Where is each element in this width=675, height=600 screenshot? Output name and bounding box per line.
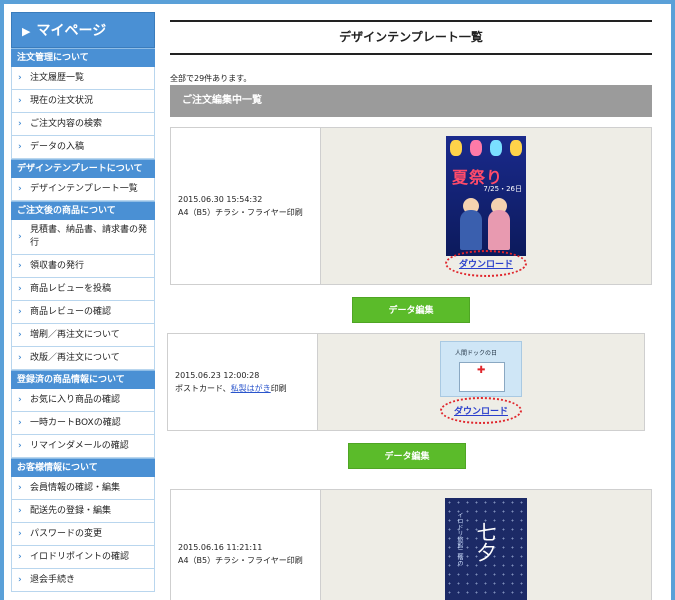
chevron-right-icon: › (18, 552, 22, 562)
chevron-right-icon: › (18, 96, 22, 106)
lantern-icon (510, 139, 522, 156)
chevron-right-icon: › (18, 184, 22, 194)
red-cross-icon: ✚ (477, 364, 486, 376)
main-content: デザインテンプレート一覧 全部で29件あります。 ご注文編集中一覧 2015.0… (167, 12, 652, 600)
chevron-right-icon: › (18, 73, 22, 83)
poster-text: 人間ドックの日 (455, 349, 498, 357)
poster-thumbnail[interactable]: 人間ドックの日 ✚ (440, 340, 522, 397)
lantern-icon (450, 139, 462, 156)
order-datetime: 2015.06.30 15:54:32 (178, 195, 263, 204)
order-item: 2015.06.23 12:00:28 ポストカード、私製はがき印刷 人間ドック… (167, 333, 645, 431)
data-edit-button[interactable]: データ編集 (352, 297, 470, 323)
chevron-right-icon: › (18, 506, 22, 516)
order-info: 2015.06.23 12:00:28 ポストカード、私製はがき印刷 (168, 334, 318, 430)
poster-thumbnail[interactable]: 夏祭り 7/25・26日 (446, 135, 526, 256)
section-banner: ご注文編集中一覧 (170, 85, 652, 117)
sidebar-item-data-upload[interactable]: › データの入稿 (11, 136, 155, 159)
edit-row: データ編集 (170, 443, 652, 469)
sidebar-item-order-search[interactable]: › ご注文内容の検索 (11, 113, 155, 136)
chevron-right-icon: › (18, 284, 22, 294)
child-figure-icon (488, 209, 510, 250)
order-product: A4（B5）チラシ・フライヤー印刷 (178, 556, 303, 565)
edit-row: データ編集 (170, 297, 652, 323)
order-datetime: 2015.06.16 11:21:11 (178, 543, 263, 552)
chevron-right-icon: › (18, 142, 22, 152)
mypage-header[interactable]: ▶ マイページ (11, 12, 155, 48)
order-datetime: 2015.06.23 12:00:28 (175, 371, 260, 380)
order-item: 2015.06.16 11:21:11 A4（B5）チラシ・フライヤー印刷 イロ… (170, 489, 652, 600)
data-edit-button[interactable]: データ編集 (348, 443, 466, 469)
chevron-right-icon: ▶ (22, 25, 31, 38)
sidebar-item-review-post[interactable]: › 商品レビューを投稿 (11, 278, 155, 301)
child-figure-icon (460, 209, 482, 250)
result-count: 全部で29件あります。 (170, 74, 252, 83)
sidebar-item-review-check[interactable]: › 商品レビューの確認 (11, 301, 155, 324)
chevron-right-icon: › (18, 119, 22, 129)
chevron-right-icon: › (18, 483, 22, 493)
order-product: A4（B5）チラシ・フライヤー印刷 (178, 208, 303, 217)
poster-subtitle: イロドリ旅館二階の (456, 512, 463, 566)
sidebar: ▶ マイページ 注文管理について › 注文履歴一覧 › 現在の注文状況 › ご注文内容の… (11, 12, 155, 600)
section-customer-info: お客様情報について (11, 458, 155, 477)
product-prefix: ポストカード、 (175, 384, 231, 393)
sidebar-item-receipt[interactable]: › 領収書の発行 (11, 255, 155, 278)
chevron-right-icon: › (18, 395, 22, 405)
sidebar-item-order-status[interactable]: › 現在の注文状況 (11, 90, 155, 113)
section-order-management: 注文管理について (11, 48, 155, 67)
page-title: デザインテンプレート一覧 (170, 20, 652, 55)
download-link[interactable]: ダウンロード (439, 396, 522, 424)
page-frame: ▶ マイページ 注文管理について › 注文履歴一覧 › 現在の注文状況 › ご注文内容の… (4, 4, 671, 600)
chevron-right-icon: › (18, 529, 22, 539)
sidebar-item-points[interactable]: › イロドリポイントの確認 (11, 546, 155, 569)
lantern-decoration (446, 136, 526, 156)
lantern-icon (490, 139, 502, 156)
sidebar-item-reprint[interactable]: › 増刷／再注文について (11, 324, 155, 347)
mypage-label: マイページ (36, 23, 107, 39)
sidebar-item-invoice[interactable]: › 見積書、納品書、請求書の発行 (11, 220, 155, 255)
chevron-right-icon: › (18, 418, 22, 428)
order-thumbnail: イロドリ旅館二階の 七夕 (321, 490, 651, 600)
poster-thumbnail[interactable]: イロドリ旅館二階の 七夕 (445, 498, 527, 600)
chevron-right-icon: › (18, 330, 22, 340)
sidebar-item-password[interactable]: › パスワードの変更 (11, 523, 155, 546)
order-info: 2015.06.16 11:21:11 A4（B5）チラシ・フライヤー印刷 (171, 490, 321, 600)
sidebar-item-cart-box[interactable]: › 一時カートBOXの確認 (11, 412, 155, 435)
sidebar-item-favorites[interactable]: › お気に入り商品の確認 (11, 389, 155, 412)
sidebar-item-order-history[interactable]: › 注文履歴一覧 (11, 67, 155, 90)
poster-title: 七夕 (473, 522, 497, 562)
order-product: ポストカード、私製はがき印刷 (175, 382, 317, 395)
chevron-right-icon: › (18, 232, 22, 242)
postcard-link[interactable]: 私製はがき (231, 384, 271, 393)
section-design-template: デザインテンプレートについて (11, 159, 155, 178)
order-thumbnail: 夏祭り 7/25・26日 ダウンロード (321, 128, 651, 284)
download-link[interactable]: ダウンロード (444, 249, 527, 277)
order-info: 2015.06.30 15:54:32 A4（B5）チラシ・フライヤー印刷 (171, 128, 321, 284)
lantern-icon (470, 139, 482, 156)
chevron-right-icon: › (18, 261, 22, 271)
chevron-right-icon: › (18, 575, 22, 585)
section-after-order: ご注文後の商品について (11, 201, 155, 220)
order-thumbnail: 人間ドックの日 ✚ ダウンロード (318, 334, 644, 430)
sidebar-item-reminder[interactable]: › リマインダメールの確認 (11, 435, 155, 458)
sidebar-item-shipping[interactable]: › 配送先の登録・編集 (11, 500, 155, 523)
product-suffix: 印刷 (270, 384, 287, 393)
chevron-right-icon: › (18, 353, 22, 363)
section-registered-products: 登録済の商品情報について (11, 370, 155, 389)
sidebar-item-withdraw[interactable]: › 退会手続き (11, 569, 155, 592)
sidebar-item-template-list[interactable]: › デザインテンプレート一覧 (11, 178, 155, 201)
order-item: 2015.06.30 15:54:32 A4（B5）チラシ・フライヤー印刷 夏祭… (170, 127, 652, 285)
chevron-right-icon: › (18, 307, 22, 317)
sidebar-item-revision[interactable]: › 改版／再注文について (11, 347, 155, 370)
poster-date: 7/25・26日 (483, 184, 522, 193)
chevron-right-icon: › (18, 441, 22, 451)
sidebar-item-member-info[interactable]: › 会員情報の確認・編集 (11, 477, 155, 500)
